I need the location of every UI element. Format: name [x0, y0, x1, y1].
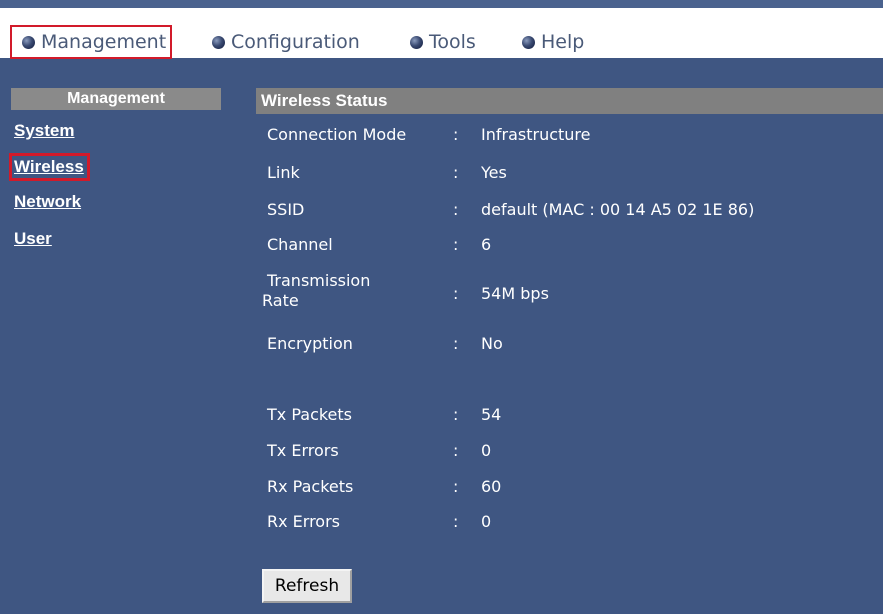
- field-label: Tx Packets: [267, 405, 353, 424]
- field-value: 6: [481, 235, 492, 254]
- separator: :: [453, 235, 459, 254]
- field-label: Rx Errors: [267, 512, 341, 531]
- field-value: Infrastructure: [481, 125, 591, 144]
- field-value: 54M bps: [481, 284, 549, 303]
- menu-tools[interactable]: Tools: [410, 25, 476, 59]
- field-value: Yes: [481, 163, 507, 182]
- field-value: No: [481, 334, 503, 353]
- field-label: Transmission Rate: [262, 271, 370, 311]
- bullet-icon: [410, 35, 423, 49]
- field-value: 0: [481, 441, 492, 460]
- field-label: Channel: [267, 235, 333, 254]
- field-label: Encryption: [267, 334, 353, 353]
- wireless-status-header: Wireless Status: [256, 88, 883, 114]
- separator: :: [453, 284, 459, 303]
- field-label: Connection Mode: [267, 125, 407, 144]
- field-label-line2: Rate: [262, 291, 299, 310]
- sidebar-link-network[interactable]: Network: [14, 192, 81, 212]
- menu-label: Configuration: [231, 31, 360, 53]
- field-value: 0: [481, 512, 492, 531]
- separator: :: [453, 334, 459, 353]
- bullet-icon: [522, 35, 535, 49]
- field-label: Link: [267, 163, 300, 182]
- menu-help[interactable]: Help: [522, 25, 584, 59]
- top-menu-bar: Management Configuration Tools Help: [0, 8, 883, 59]
- sidebar-link-system[interactable]: System: [14, 121, 74, 141]
- field-value: 54: [481, 405, 502, 424]
- field-value: 60: [481, 477, 502, 496]
- field-value: default (MAC : 00 14 A5 02 1E 86): [481, 200, 755, 219]
- separator: :: [453, 125, 459, 144]
- field-label: Rx Packets: [267, 477, 354, 496]
- menu-management[interactable]: Management: [10, 25, 173, 59]
- field-label-line1: Transmission: [267, 271, 371, 290]
- separator: :: [453, 200, 459, 219]
- bullet-icon: [22, 35, 35, 49]
- field-label: SSID: [267, 200, 305, 219]
- sidebar-header: Management: [11, 88, 221, 110]
- refresh-button[interactable]: Refresh: [262, 569, 352, 603]
- menu-label: Management: [41, 31, 167, 53]
- sidebar-link-wireless[interactable]: Wireless: [9, 153, 90, 181]
- separator: :: [453, 163, 459, 182]
- bullet-icon: [212, 35, 225, 49]
- separator: :: [453, 441, 459, 460]
- separator: :: [453, 477, 459, 496]
- separator: :: [453, 512, 459, 531]
- separator: :: [453, 405, 459, 424]
- top-strip: [0, 0, 883, 8]
- menu-configuration[interactable]: Configuration: [212, 25, 360, 59]
- menu-label: Help: [541, 31, 585, 53]
- menu-label: Tools: [429, 31, 476, 53]
- field-label: Tx Errors: [267, 441, 339, 460]
- sidebar-link-user[interactable]: User: [14, 229, 52, 249]
